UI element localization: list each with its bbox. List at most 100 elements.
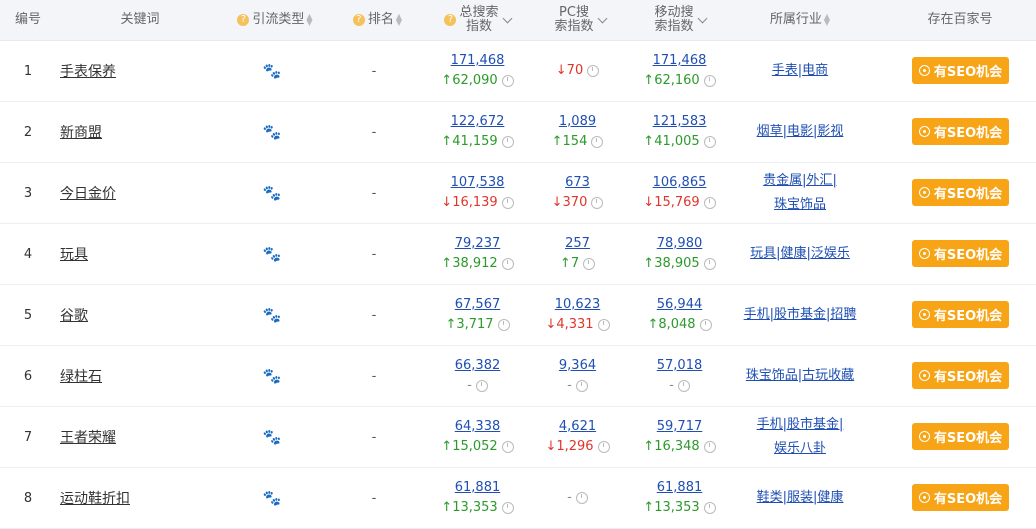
clock-icon[interactable]: [575, 492, 588, 504]
industry-tag[interactable]: 玩具|健康|泛娱乐: [750, 242, 850, 266]
header-rank[interactable]: ? 排名 ▲ ▼: [340, 0, 415, 40]
clock-icon[interactable]: [597, 441, 610, 453]
pc-index: 4,621 ↓ 1,296: [530, 407, 625, 467]
total-index-value[interactable]: 107,538: [451, 173, 505, 193]
chevron-down-icon[interactable]: [697, 13, 707, 23]
baidu-paw-icon: 🐾: [262, 184, 282, 202]
header-mobile-index[interactable]: 移动搜 索指数: [640, 0, 720, 40]
sort-icon[interactable]: ▲ ▼: [306, 13, 312, 27]
industry-tag[interactable]: 娱乐八卦: [774, 437, 826, 461]
change-value: ↑ 15,052: [441, 437, 514, 457]
keyword-link[interactable]: 谷歌: [60, 285, 210, 345]
seo-opportunity-button[interactable]: 有SEO机会: [912, 362, 1009, 389]
pc-index-value[interactable]: 9,364: [559, 356, 596, 376]
industry-tag[interactable]: 珠宝饰品|古玩收藏: [746, 364, 854, 388]
header-pc-index[interactable]: PC搜 索指数: [540, 0, 620, 40]
mobile-index-value[interactable]: 57,018: [657, 356, 703, 376]
clock-icon[interactable]: [475, 380, 488, 392]
change-value: ↓ 1,296: [545, 437, 610, 457]
industry-tag[interactable]: 珠宝饰品: [774, 193, 826, 217]
arrow-down-icon: ↓: [551, 195, 563, 210]
seo-opportunity-button[interactable]: 有SEO机会: [912, 484, 1009, 511]
pc-index-value[interactable]: 4,621: [559, 417, 596, 437]
help-icon[interactable]: ?: [352, 14, 365, 26]
keyword-link[interactable]: 运动鞋折扣: [60, 468, 210, 528]
arrow-down-icon: ↓: [545, 439, 557, 454]
keyword-link[interactable]: 王者荣耀: [60, 407, 210, 467]
seo-opportunity-button[interactable]: 有SEO机会: [912, 118, 1009, 145]
industry-cell: 贵金属|外汇| 珠宝饰品: [730, 163, 870, 223]
industry-tag[interactable]: 烟草|电影|影视: [757, 120, 844, 144]
keyword-link[interactable]: 今日金价: [60, 163, 210, 223]
mobile-index-value[interactable]: 121,583: [653, 112, 707, 132]
total-index-value[interactable]: 122,672: [451, 112, 505, 132]
seo-opportunity-button[interactable]: 有SEO机会: [912, 423, 1009, 450]
mobile-index-value[interactable]: 61,881: [657, 478, 703, 498]
industry-tag[interactable]: 手机|股市基金|招聘: [744, 303, 857, 327]
clock-icon[interactable]: [501, 502, 514, 514]
clock-icon[interactable]: [583, 258, 596, 270]
keyword-link[interactable]: 手表保养: [60, 41, 210, 101]
seo-opportunity-button[interactable]: 有SEO机会: [912, 179, 1009, 206]
clock-icon[interactable]: [501, 441, 514, 453]
sort-icon[interactable]: ▲ ▼: [824, 13, 830, 27]
industry-tag[interactable]: 手表|电商: [772, 59, 828, 83]
clock-icon[interactable]: [591, 197, 604, 209]
clock-icon[interactable]: [501, 136, 514, 148]
clock-icon[interactable]: [597, 319, 610, 331]
help-icon[interactable]: ?: [237, 14, 250, 26]
clock-icon[interactable]: [699, 319, 712, 331]
mobile-index-value[interactable]: 171,468: [653, 51, 707, 71]
clock-icon[interactable]: [703, 502, 716, 514]
clock-icon[interactable]: [497, 319, 510, 331]
industry-tag[interactable]: 手机|股市基金|: [757, 413, 844, 437]
clock-icon[interactable]: [703, 136, 716, 148]
header-industry[interactable]: 所属行业 ▲ ▼: [740, 0, 860, 40]
clock-icon[interactable]: [501, 197, 514, 209]
clock-icon[interactable]: [703, 441, 716, 453]
pc-index-value[interactable]: 257: [565, 234, 590, 254]
pc-index-value[interactable]: 673: [565, 173, 590, 193]
sort-icon[interactable]: ▲ ▼: [396, 13, 402, 27]
industry-tag[interactable]: 贵金属|外汇|: [763, 169, 837, 193]
seo-opportunity-button[interactable]: 有SEO机会: [912, 301, 1009, 328]
change-value: ↑ 41,005: [643, 132, 716, 152]
chevron-down-icon[interactable]: [502, 13, 512, 23]
help-icon[interactable]: ?: [444, 14, 457, 26]
header-total-index[interactable]: ? 总搜索 指数: [435, 0, 520, 40]
clock-icon[interactable]: [501, 258, 514, 270]
industry-tag[interactable]: 鞋类|服装|健康: [757, 486, 844, 510]
clock-icon[interactable]: [575, 380, 588, 392]
seo-opportunity-button[interactable]: 有SEO机会: [912, 240, 1009, 267]
seo-opportunity-button[interactable]: 有SEO机会: [912, 57, 1009, 84]
total-index-value[interactable]: 67,567: [455, 295, 501, 315]
pc-index-value[interactable]: 1,089: [559, 112, 596, 132]
mobile-index-value[interactable]: 59,717: [657, 417, 703, 437]
clock-icon[interactable]: [501, 75, 514, 87]
clock-icon[interactable]: [703, 258, 716, 270]
baidu-paw-icon: 🐾: [262, 489, 282, 507]
clock-icon[interactable]: [587, 65, 600, 77]
mobile-index: 61,881 ↑ 13,353: [632, 468, 727, 528]
baidu-paw-icon: 🐾: [262, 428, 282, 446]
mobile-index-value[interactable]: 78,980: [657, 234, 703, 254]
pc-index-value[interactable]: 10,623: [555, 295, 601, 315]
clock-icon[interactable]: [703, 197, 716, 209]
clock-icon[interactable]: [677, 380, 690, 392]
total-index-value[interactable]: 66,382: [455, 356, 501, 376]
mobile-index-value[interactable]: 106,865: [653, 173, 707, 193]
header-flow-type[interactable]: ? 引流类型 ▲ ▼: [220, 0, 330, 40]
keyword-link[interactable]: 新商盟: [60, 102, 210, 162]
clock-icon[interactable]: [591, 136, 604, 148]
total-index-value[interactable]: 61,881: [455, 478, 501, 498]
total-index-value[interactable]: 79,237: [455, 234, 501, 254]
mobile-index-value[interactable]: 56,944: [657, 295, 703, 315]
change-value: ↓ 4,331: [545, 315, 610, 335]
chevron-down-icon[interactable]: [597, 13, 607, 23]
total-index-value[interactable]: 171,468: [451, 51, 505, 71]
total-index-value[interactable]: 64,338: [455, 417, 501, 437]
keyword-table: 编号 关键词 ? 引流类型 ▲ ▼ ? 排名 ▲ ▼ ? 总搜索 指数 PC搜 索指数 移动搜 索指…: [0, 0, 1036, 529]
keyword-link[interactable]: 玩具: [60, 224, 210, 284]
clock-icon[interactable]: [703, 75, 716, 87]
keyword-link[interactable]: 绿柱石: [60, 346, 210, 406]
